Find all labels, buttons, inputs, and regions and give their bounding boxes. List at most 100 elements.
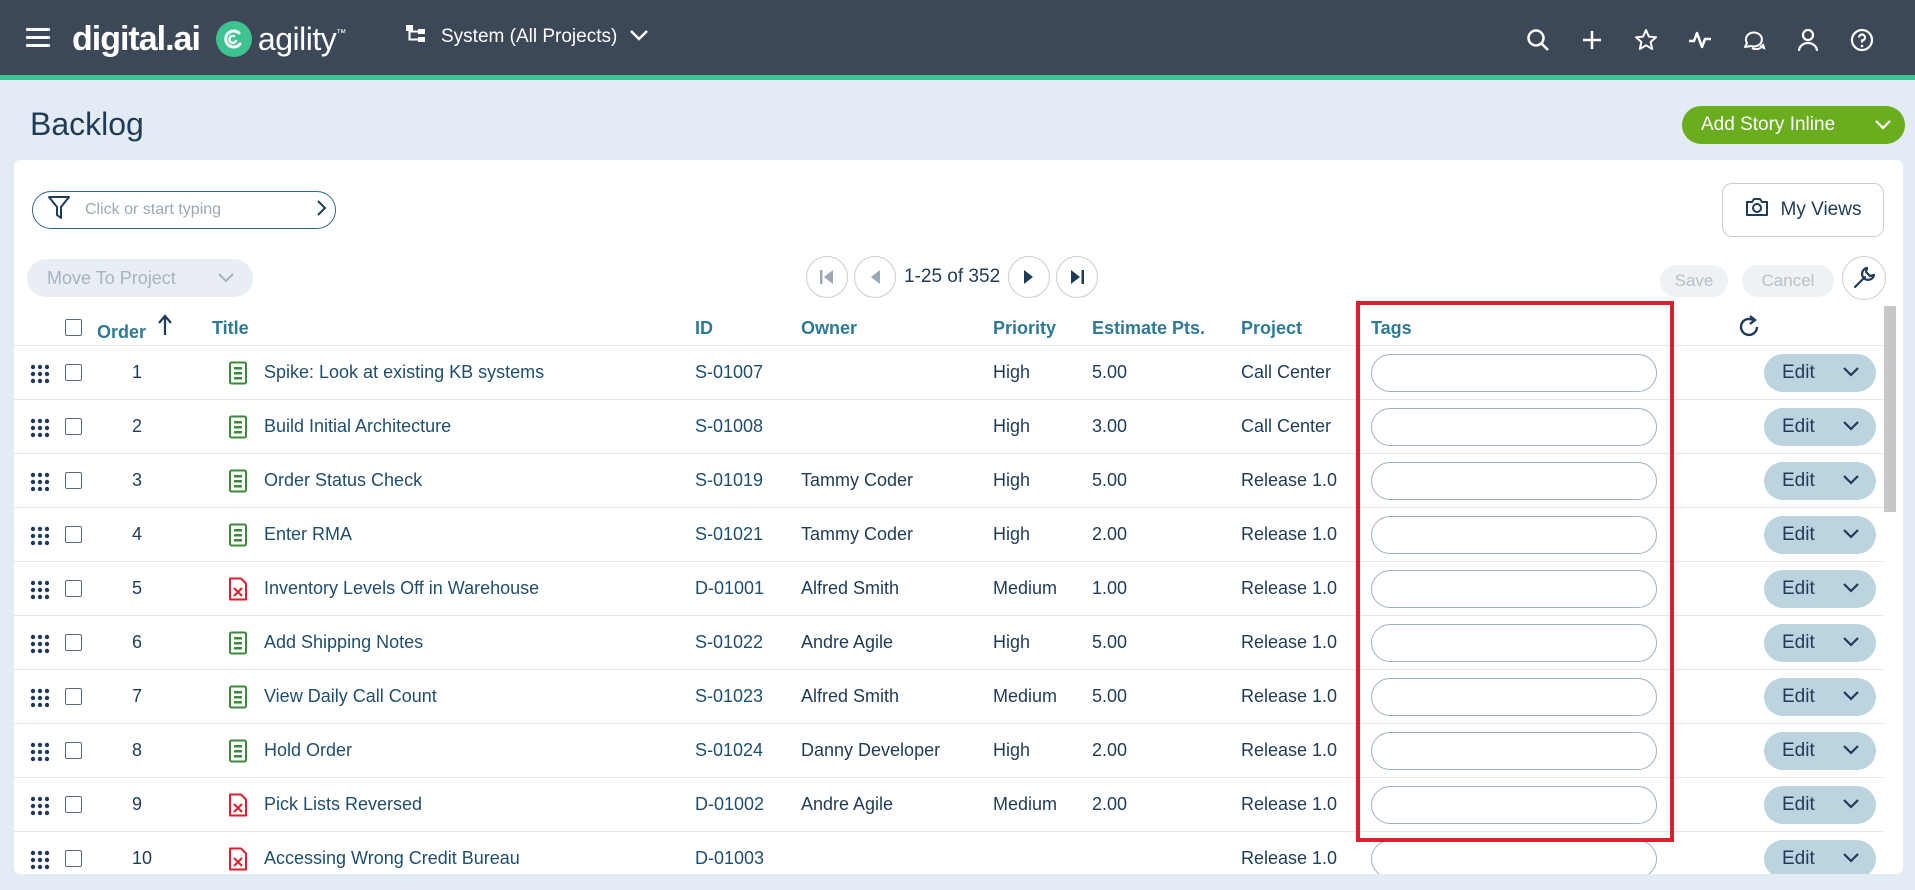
- tags-input[interactable]: [1371, 354, 1657, 392]
- chevron-right-icon[interactable]: [315, 199, 327, 222]
- drag-handle-icon[interactable]: [30, 364, 50, 384]
- row-checkbox[interactable]: [65, 796, 82, 813]
- row-id[interactable]: S-01023: [695, 686, 763, 707]
- drag-handle-icon[interactable]: [30, 634, 50, 654]
- star-icon[interactable]: [1619, 24, 1673, 56]
- row-title[interactable]: Enter RMA: [264, 524, 352, 545]
- row-id[interactable]: S-01008: [695, 416, 763, 437]
- vertical-scrollbar[interactable]: [1884, 306, 1896, 512]
- save-button[interactable]: Save: [1660, 265, 1728, 297]
- column-header-owner[interactable]: Owner: [801, 318, 857, 339]
- edit-button[interactable]: Edit: [1764, 462, 1876, 500]
- user-icon[interactable]: [1781, 24, 1835, 56]
- edit-button[interactable]: Edit: [1764, 678, 1876, 716]
- brand-logo[interactable]: digital.ai agility ™: [72, 14, 346, 64]
- table-row[interactable]: 4 Enter RMA S-01021 Tammy Coder High 2.00 Rele…: [14, 508, 1884, 562]
- filter-input[interactable]: [85, 201, 315, 219]
- drag-handle-icon[interactable]: [30, 418, 50, 438]
- row-id[interactable]: D-01002: [695, 794, 764, 815]
- chat-icon[interactable]: [1727, 24, 1781, 56]
- edit-button[interactable]: Edit: [1764, 516, 1876, 554]
- row-checkbox[interactable]: [65, 526, 82, 543]
- chevron-down-icon[interactable]: [1842, 362, 1860, 384]
- chevron-down-icon[interactable]: [1842, 794, 1860, 816]
- tags-input[interactable]: [1371, 678, 1657, 716]
- edit-button[interactable]: Edit: [1764, 408, 1876, 446]
- row-checkbox[interactable]: [65, 418, 82, 435]
- next-page-button[interactable]: [1008, 256, 1051, 298]
- drag-handle-icon[interactable]: [30, 526, 50, 546]
- menu-icon[interactable]: [26, 28, 50, 48]
- chevron-down-icon[interactable]: [1842, 848, 1860, 870]
- column-header-title[interactable]: Title: [212, 318, 249, 339]
- column-header-project[interactable]: Project: [1241, 318, 1302, 339]
- refresh-icon[interactable]: [1736, 314, 1762, 345]
- edit-button[interactable]: Edit: [1764, 840, 1876, 874]
- table-row[interactable]: 10 Accessing Wrong Credit Bureau D-01003 Re…: [14, 832, 1884, 874]
- add-story-inline-button[interactable]: Add Story Inline: [1682, 106, 1905, 144]
- tags-input[interactable]: [1371, 408, 1657, 446]
- column-header-estimate[interactable]: Estimate Pts.: [1092, 318, 1205, 339]
- edit-button[interactable]: Edit: [1764, 354, 1876, 392]
- tags-input[interactable]: [1371, 840, 1657, 874]
- drag-handle-icon[interactable]: [30, 472, 50, 492]
- row-title[interactable]: Hold Order: [264, 740, 352, 761]
- row-title[interactable]: Add Shipping Notes: [264, 632, 423, 653]
- drag-handle-icon[interactable]: [30, 580, 50, 600]
- column-header-order[interactable]: Order: [97, 322, 146, 343]
- first-page-button[interactable]: [806, 256, 848, 298]
- edit-button[interactable]: Edit: [1764, 624, 1876, 662]
- chevron-down-icon[interactable]: [1842, 470, 1860, 492]
- row-checkbox[interactable]: [65, 634, 82, 651]
- last-page-button[interactable]: [1056, 256, 1099, 298]
- drag-handle-icon[interactable]: [30, 850, 50, 870]
- drag-handle-icon[interactable]: [30, 796, 50, 816]
- row-checkbox[interactable]: [65, 364, 82, 381]
- row-id[interactable]: S-01019: [695, 470, 763, 491]
- drag-handle-icon[interactable]: [30, 742, 50, 762]
- drag-handle-icon[interactable]: [30, 688, 50, 708]
- tags-input[interactable]: [1371, 786, 1657, 824]
- row-checkbox[interactable]: [65, 850, 82, 867]
- row-title[interactable]: Spike: Look at existing KB systems: [264, 362, 544, 383]
- row-checkbox[interactable]: [65, 580, 82, 597]
- previous-page-button[interactable]: [854, 256, 896, 298]
- column-header-tags[interactable]: Tags: [1371, 318, 1412, 339]
- column-header-id[interactable]: ID: [695, 318, 713, 339]
- tags-input[interactable]: [1371, 732, 1657, 770]
- column-header-priority[interactable]: Priority: [993, 318, 1056, 339]
- cancel-button[interactable]: Cancel: [1742, 265, 1834, 297]
- chevron-down-icon[interactable]: [1842, 524, 1860, 546]
- row-checkbox[interactable]: [65, 688, 82, 705]
- edit-button[interactable]: Edit: [1764, 786, 1876, 824]
- wrench-icon[interactable]: [1842, 256, 1886, 300]
- edit-button[interactable]: Edit: [1764, 570, 1876, 608]
- move-to-project-button[interactable]: Move To Project: [27, 259, 253, 297]
- table-row[interactable]: 2 Build Initial Architecture S-01008 High 3.…: [14, 400, 1884, 454]
- row-id[interactable]: D-01003: [695, 848, 764, 869]
- row-id[interactable]: D-01001: [695, 578, 764, 599]
- row-title[interactable]: Accessing Wrong Credit Bureau: [264, 848, 520, 869]
- chevron-down-icon[interactable]: [1842, 578, 1860, 600]
- row-checkbox[interactable]: [65, 742, 82, 759]
- row-title[interactable]: Pick Lists Reversed: [264, 794, 422, 815]
- chevron-down-icon[interactable]: [1842, 632, 1860, 654]
- plus-icon[interactable]: [1565, 24, 1619, 56]
- filter-bar[interactable]: [32, 191, 336, 229]
- row-id[interactable]: S-01024: [695, 740, 763, 761]
- row-checkbox[interactable]: [65, 472, 82, 489]
- table-row[interactable]: 6 Add Shipping Notes S-01022 Andre Agile Hig…: [14, 616, 1884, 670]
- chevron-down-icon[interactable]: [1842, 686, 1860, 708]
- table-row[interactable]: 3 Order Status Check S-01019 Tammy Coder Hig…: [14, 454, 1884, 508]
- row-id[interactable]: S-01021: [695, 524, 763, 545]
- row-title[interactable]: Order Status Check: [264, 470, 422, 491]
- select-all-checkbox[interactable]: [65, 319, 82, 336]
- table-row[interactable]: 5 Inventory Levels Off in Warehouse D-0100…: [14, 562, 1884, 616]
- table-row[interactable]: 7 View Daily Call Count S-01023 Alfred Smit…: [14, 670, 1884, 724]
- tags-input[interactable]: [1371, 516, 1657, 554]
- row-title[interactable]: View Daily Call Count: [264, 686, 437, 707]
- tags-input[interactable]: [1371, 462, 1657, 500]
- chevron-down-icon[interactable]: [1842, 416, 1860, 438]
- edit-button[interactable]: Edit: [1764, 732, 1876, 770]
- row-title[interactable]: Inventory Levels Off in Warehouse: [264, 578, 539, 599]
